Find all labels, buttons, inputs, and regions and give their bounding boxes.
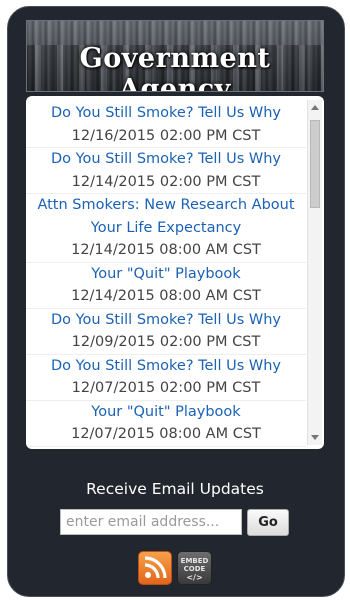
item-date: 12/14/2015 08:00 AM CST	[26, 239, 306, 263]
item-date: 12/14/2015 08:00 AM CST	[26, 285, 306, 309]
banner: Government Agency	[26, 20, 324, 92]
list-item: Do You Still Smoke? Tell Us Why 12/07/20…	[26, 355, 306, 401]
embed-label: EMBED	[180, 557, 209, 565]
email-updates-heading: Receive Email Updates	[86, 480, 264, 498]
rss-icon[interactable]	[138, 551, 172, 585]
item-date: 12/07/2015 08:00 AM CST	[26, 423, 306, 447]
item-date: 12/09/2015 02:00 PM CST	[26, 331, 306, 355]
banner-title: Government Agency	[79, 43, 271, 92]
item-title-link[interactable]: Your "Quit" Playbook	[26, 401, 306, 424]
list-item: Attn Smokers: New Research About Your Li…	[26, 194, 306, 263]
item-title-link[interactable]: Do You Still Smoke? Tell Us Why	[26, 355, 306, 378]
list-item: Your "Quit" Playbook 12/14/2015 08:00 AM…	[26, 263, 306, 309]
list-item: Do You Still Smoke? Tell Us Why 12/14/20…	[26, 148, 306, 194]
scroll-thumb[interactable]	[310, 120, 320, 208]
list-item: Do You Still Smoke? Tell Us Why 12/09/20…	[26, 309, 306, 355]
item-date: 12/07/2015 02:00 PM CST	[26, 377, 306, 401]
embed-code-button[interactable]: EMBED CODE </>	[177, 551, 212, 585]
item-title-link[interactable]: Do You Still Smoke? Tell Us Why	[26, 148, 306, 171]
scroll-up-arrow-icon[interactable]	[311, 105, 319, 110]
item-title-link[interactable]: Attn Smokers: New Research About Your Li…	[26, 194, 306, 239]
rss-glyph	[144, 556, 167, 579]
updates-list-box: Do You Still Smoke? Tell Us Why 12/16/20…	[26, 96, 324, 449]
item-title-link[interactable]: Your "Quit" Playbook	[26, 263, 306, 286]
embed-code-label: CODE	[183, 565, 206, 573]
item-date: 12/14/2015 02:00 PM CST	[26, 171, 306, 194]
updates-list: Do You Still Smoke? Tell Us Why 12/16/20…	[26, 102, 306, 447]
list-scrollbar[interactable]	[307, 100, 322, 445]
email-input[interactable]	[60, 509, 242, 535]
list-item: Do You Still Smoke? Tell Us Why 12/16/20…	[26, 102, 306, 148]
code-brackets-icon: </>	[186, 573, 203, 582]
scroll-down-arrow-icon[interactable]	[311, 435, 319, 440]
item-title-link[interactable]: Do You Still Smoke? Tell Us Why	[26, 102, 306, 125]
item-date: 12/16/2015 02:00 PM CST	[26, 125, 306, 148]
go-button[interactable]: Go	[247, 509, 289, 536]
item-title-link[interactable]: Do You Still Smoke? Tell Us Why	[26, 309, 306, 332]
list-item: Your "Quit" Playbook 12/07/2015 08:00 AM…	[26, 401, 306, 447]
